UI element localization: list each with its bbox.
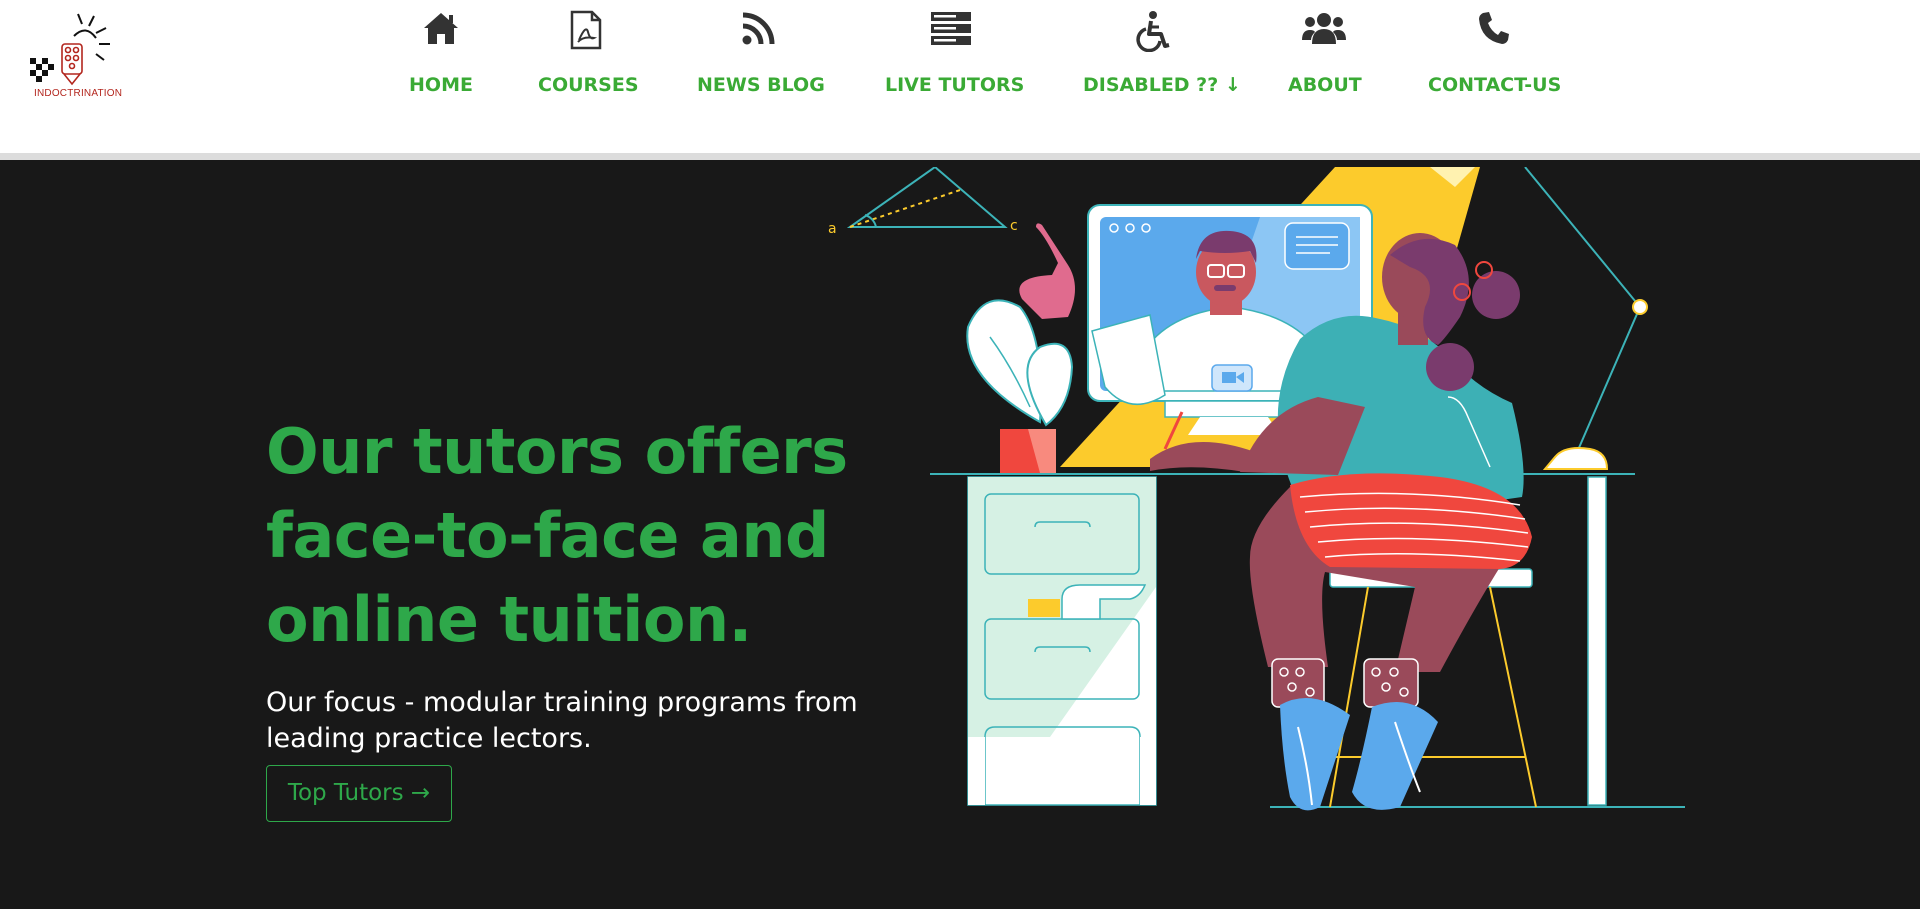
nav-courses[interactable]: COURSES (538, 10, 639, 96)
hero-headline: Our tutors offers face-to-face and onlin… (266, 410, 866, 662)
hero-headline-line-3: online tuition. (266, 583, 752, 656)
lightbulb-logo-icon (30, 13, 110, 86)
nav-disabled[interactable]: DISABLED ?? ↓ (1083, 10, 1241, 96)
nav-about-label: ABOUT (1288, 74, 1362, 96)
nav-live-tutors[interactable]: LIVE TUTORS (885, 10, 1024, 96)
phone-icon (1428, 10, 1560, 56)
pdf-file-icon (538, 10, 634, 56)
top-tutors-button[interactable]: Top Tutors → (266, 765, 452, 822)
nav-live-tutors-label: LIVE TUTORS (885, 74, 1025, 96)
triangle-shape (846, 167, 1008, 228)
online-tutoring-illustration: a c (828, 167, 1685, 811)
nav-home-label: HOME (409, 74, 473, 96)
svg-text:a: a (828, 221, 837, 237)
nav-news-blog-label: NEWS BLOG (697, 74, 825, 96)
nav-contact-us-label: CONTACT-US (1428, 74, 1562, 96)
hero-headline-line-2: face-to-face and (266, 499, 829, 572)
nav-about[interactable]: ABOUT (1288, 10, 1362, 96)
site-logo[interactable]: INDOCTRINATION (26, 10, 122, 102)
hero-section: Our tutors offers face-to-face and onlin… (0, 167, 1920, 909)
right-shoe (1352, 702, 1438, 810)
home-icon (405, 10, 477, 56)
logo-text: INDOCTRINATION (34, 88, 123, 99)
users-icon (1288, 10, 1360, 56)
desk-leg (1587, 476, 1607, 806)
site-header: INDOCTRINATION HOME COURSES NEWS BLOG LI… (0, 0, 1920, 160)
nav-courses-label: COURSES (538, 74, 639, 96)
nav-home[interactable]: HOME (405, 10, 477, 96)
svg-text:c: c (1010, 218, 1018, 234)
lamp-joint (1632, 299, 1648, 315)
nav-disabled-label: DISABLED ?? ↓ (1083, 74, 1241, 96)
hero-headline-line-1: Our tutors offers (266, 415, 848, 488)
rss-icon (697, 10, 821, 56)
nav-news-blog[interactable]: NEWS BLOG (697, 10, 825, 96)
server-list-icon (885, 10, 1017, 56)
nav-contact-us[interactable]: CONTACT-US (1428, 10, 1562, 96)
hero-subtitle: Our focus - modular training programs fr… (266, 687, 858, 754)
wheelchair-icon (1083, 10, 1221, 56)
lamp-base (1542, 447, 1609, 470)
